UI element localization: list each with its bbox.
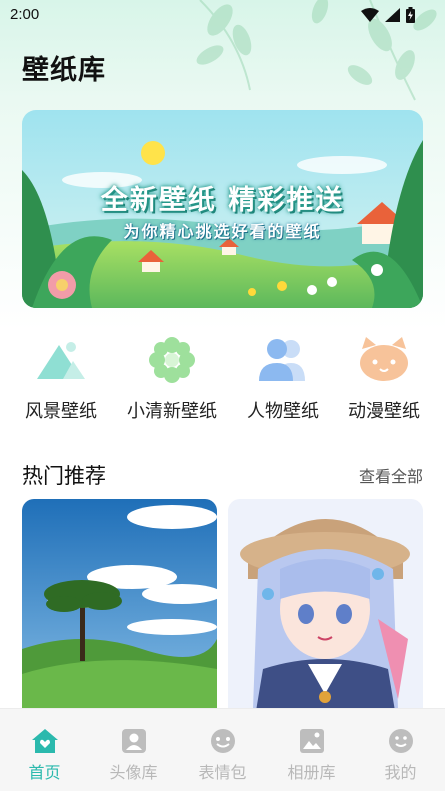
category-label: 小清新壁纸: [127, 401, 217, 422]
cat-icon: [360, 337, 408, 381]
category-anime[interactable]: 动漫壁纸: [329, 335, 439, 423]
category-label: 动漫壁纸: [348, 401, 420, 422]
category-landscape[interactable]: 风景壁纸: [6, 335, 116, 423]
avatar-icon: [121, 729, 146, 753]
emoji-pack-icon: [210, 729, 235, 753]
nav-label: 表情包: [198, 763, 247, 782]
home-icon: [31, 729, 58, 753]
album-icon: [299, 729, 324, 753]
category-label: 风景壁纸: [25, 401, 97, 422]
smile-icon: [388, 729, 413, 753]
page-title: 壁纸库: [22, 48, 106, 87]
system-icons: [361, 7, 415, 23]
nav-album[interactable]: 相册库: [267, 727, 356, 783]
category-grid: 风景壁纸 小清新壁纸 人物壁纸 动漫壁纸: [0, 335, 445, 425]
section-title: 热门推荐: [22, 464, 106, 488]
nav-label: 头像库: [109, 763, 158, 782]
nav-label: 相册库: [287, 763, 336, 782]
nav-avatar[interactable]: 头像库: [89, 727, 178, 783]
battery-icon: [406, 7, 415, 23]
category-fresh[interactable]: 小清新壁纸: [117, 335, 227, 423]
status-bar: 2:00: [0, 0, 445, 30]
category-people[interactable]: 人物壁纸: [228, 335, 338, 423]
anime-thumbnail: [228, 499, 423, 729]
promo-banner[interactable]: 全新壁纸 精彩推送 为你精心挑选好看的壁纸: [22, 110, 423, 308]
banner-subtitle: 为你精心挑选好看的壁纸: [123, 222, 322, 241]
nav-profile[interactable]: 我的: [356, 727, 445, 783]
mountain-icon: [37, 342, 85, 379]
banner-title: 全新壁纸 精彩推送: [100, 185, 345, 216]
landscape-thumbnail: [22, 499, 217, 729]
see-all-link[interactable]: 查看全部: [359, 463, 423, 487]
signal-icon: [385, 8, 400, 22]
nav-label: 首页: [28, 763, 61, 782]
flower-icon: [149, 337, 195, 383]
nav-stickers[interactable]: 表情包: [178, 727, 267, 783]
nav-home[interactable]: 首页: [0, 727, 89, 783]
wifi-icon: [361, 8, 379, 22]
wallpaper-card-landscape[interactable]: [22, 499, 217, 729]
bottom-navigation: 首页 头像库 表情包 相册库 我的: [0, 708, 445, 791]
people-icon: [259, 339, 305, 381]
category-label: 人物壁纸: [247, 401, 319, 422]
wallpaper-card-anime[interactable]: [228, 499, 423, 729]
nav-label: 我的: [384, 763, 417, 782]
status-time: 2:00: [10, 6, 40, 23]
